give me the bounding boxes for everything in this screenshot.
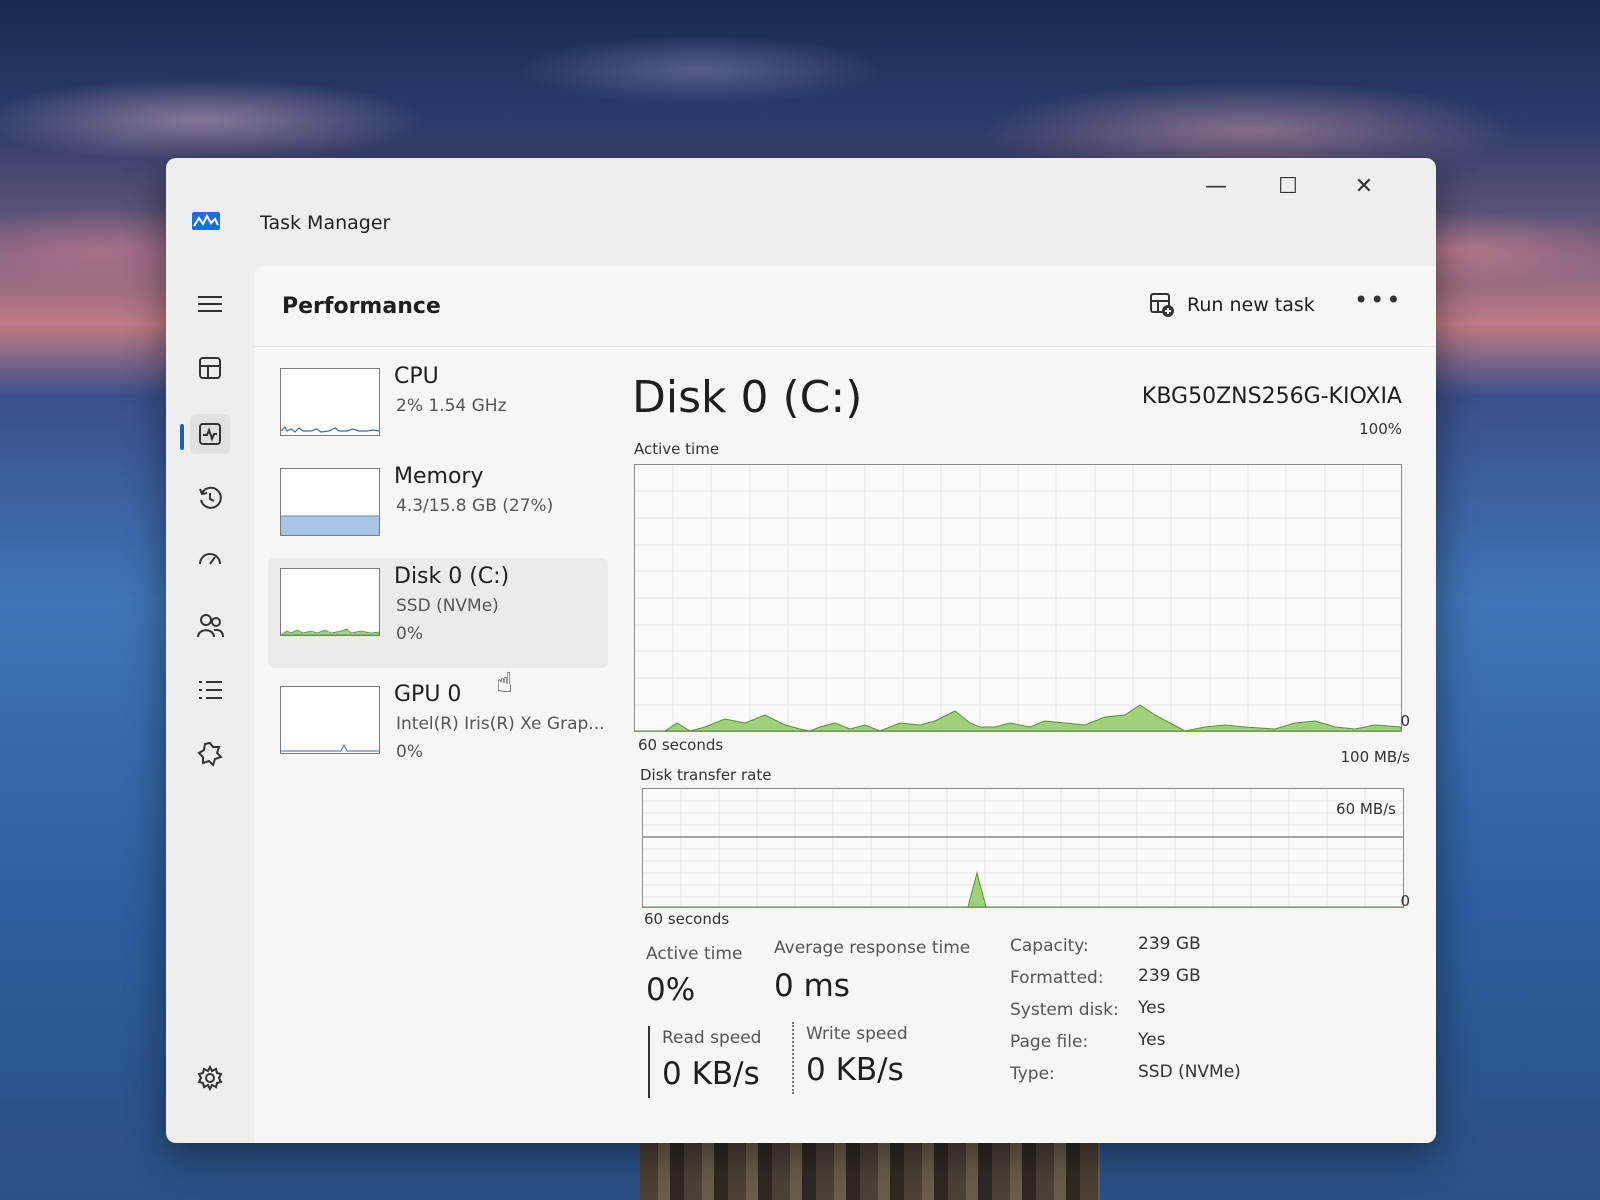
- transfer-rate-mid-label: 60 MB/s: [1336, 800, 1396, 818]
- write-speed-value: 0 KB/s: [806, 1052, 904, 1088]
- title-bar[interactable]: Task Manager — ☐ ✕: [166, 158, 1436, 238]
- read-speed-value: 0 KB/s: [662, 1056, 760, 1092]
- transfer-rate-graph-label: Disk transfer rate: [640, 766, 772, 784]
- write-speed-marker: [792, 1022, 794, 1094]
- main-content: Performance Run new task ••• CPU 2% 1.54…: [254, 266, 1436, 1143]
- gpu0-model: Intel(R) Iris(R) Xe Grap...: [396, 714, 605, 734]
- disk0-usage: 0%: [396, 624, 423, 644]
- system-disk-value: Yes: [1138, 998, 1166, 1018]
- disk-model: KBG50ZNS256G-KIOXIA: [1141, 384, 1402, 409]
- more-options-button[interactable]: •••: [1354, 286, 1402, 314]
- cpu-usage: 2% 1.54 GHz: [396, 396, 507, 416]
- nav-app-history[interactable]: [190, 478, 230, 518]
- active-time-window-label: 60 seconds: [638, 736, 724, 754]
- run-new-task-label: Run new task: [1187, 294, 1315, 316]
- disk-title: Disk 0 (C:): [632, 372, 863, 423]
- active-time-graph-label: Active time: [634, 440, 720, 458]
- hamburger-menu-button[interactable]: [190, 284, 230, 324]
- list-item-cpu[interactable]: CPU 2% 1.54 GHz: [268, 358, 608, 458]
- gpu-thumbnail-graph: [280, 686, 380, 754]
- cpu-label: CPU: [394, 364, 439, 389]
- write-speed-label: Write speed: [806, 1024, 908, 1044]
- cpu-thumbnail-graph: [280, 368, 380, 436]
- nav-users[interactable]: [190, 606, 230, 646]
- memory-usage: 4.3/15.8 GB (27%): [396, 496, 554, 516]
- app-history-icon: [199, 486, 222, 509]
- list-item-disk0[interactable]: Disk 0 (C:) SSD (NVMe) 0%: [268, 558, 608, 668]
- disk0-label: Disk 0 (C:): [394, 564, 510, 589]
- transfer-rate-window-label: 60 seconds: [644, 910, 730, 928]
- close-button[interactable]: ✕: [1334, 166, 1394, 206]
- read-speed-marker: [648, 1026, 650, 1098]
- startup-apps-icon: [199, 553, 221, 565]
- disk0-type: SSD (NVMe): [396, 596, 499, 616]
- list-item-memory[interactable]: Memory 4.3/15.8 GB (27%): [268, 458, 608, 558]
- active-nav-indicator: [180, 424, 184, 450]
- type-key: Type:: [1010, 1064, 1055, 1084]
- processes-icon: [199, 357, 221, 379]
- disk-detail-pane: Disk 0 (C:) KBG50ZNS256G-KIOXIA Active t…: [632, 358, 1422, 1143]
- nav-services[interactable]: [190, 734, 230, 774]
- nav-settings[interactable]: [190, 1058, 230, 1098]
- disk-thumbnail-graph: [280, 568, 380, 636]
- users-icon: [197, 614, 224, 638]
- settings-icon: [197, 1065, 223, 1091]
- page-title: Performance: [282, 294, 441, 319]
- performance-icon: [199, 423, 221, 445]
- device-list: CPU 2% 1.54 GHz Memory 4.3/15.8 GB (27%): [254, 358, 619, 1143]
- nav-performance[interactable]: [190, 414, 230, 454]
- hamburger-menu-icon: [198, 296, 222, 312]
- active-time-stat-label: Active time: [646, 944, 743, 964]
- active-time-max-label: 100%: [1359, 420, 1402, 438]
- nav-rail: [166, 238, 254, 1143]
- memory-label: Memory: [394, 464, 484, 489]
- task-manager-app-icon: [192, 212, 220, 230]
- nav-details[interactable]: [190, 670, 230, 710]
- read-speed-label: Read speed: [662, 1028, 762, 1048]
- active-time-graph: [634, 464, 1402, 732]
- run-new-task-button[interactable]: Run new task: [1149, 292, 1315, 318]
- nav-processes[interactable]: [190, 348, 230, 388]
- nav-startup-apps[interactable]: [190, 542, 230, 582]
- capacity-value: 239 GB: [1138, 934, 1201, 954]
- memory-thumbnail-graph: [280, 468, 380, 536]
- window-title: Task Manager: [260, 212, 391, 234]
- system-disk-key: System disk:: [1010, 1000, 1119, 1020]
- transfer-rate-min-label: 0: [1400, 892, 1410, 910]
- active-time-min-label: 0: [1400, 712, 1410, 730]
- minimize-button[interactable]: —: [1186, 166, 1246, 206]
- formatted-key: Formatted:: [1010, 968, 1104, 988]
- task-manager-window: Task Manager — ☐ ✕ Performance Run new t…: [166, 158, 1436, 1143]
- transfer-rate-graph: [642, 788, 1404, 908]
- capacity-key: Capacity:: [1010, 936, 1089, 956]
- type-value: SSD (NVMe): [1138, 1062, 1241, 1082]
- avg-response-value: 0 ms: [774, 968, 850, 1004]
- formatted-value: 239 GB: [1138, 966, 1201, 986]
- active-time-stat-value: 0%: [646, 972, 696, 1008]
- header-divider: [254, 346, 1436, 347]
- avg-response-label: Average response time: [774, 938, 971, 958]
- page-file-key: Page file:: [1010, 1032, 1089, 1052]
- transfer-rate-max-label: 100 MB/s: [1340, 748, 1411, 766]
- run-new-task-icon: [1150, 293, 1174, 317]
- gpu0-usage: 0%: [396, 742, 423, 762]
- page-file-value: Yes: [1138, 1030, 1166, 1050]
- list-item-gpu0[interactable]: GPU 0 Intel(R) Iris(R) Xe Grap... 0%: [268, 676, 608, 776]
- maximize-button[interactable]: ☐: [1258, 166, 1318, 206]
- details-icon: [199, 681, 222, 699]
- gpu0-label: GPU 0: [394, 682, 462, 707]
- mouse-pointer-icon: ☝: [496, 666, 514, 699]
- services-icon: [197, 741, 223, 767]
